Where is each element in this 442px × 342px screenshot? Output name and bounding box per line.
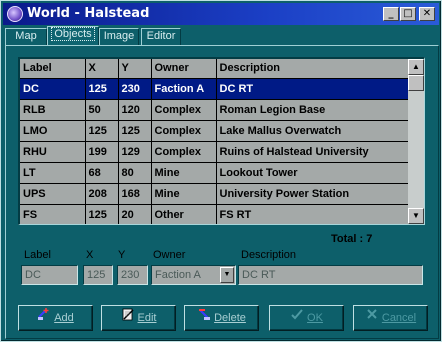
cell-description[interactable]: Lookout Tower xyxy=(216,162,409,184)
y-caption: Y xyxy=(118,249,126,261)
description-field[interactable]: DC RT xyxy=(238,265,423,285)
table-header-row: Label X Y Owner Description xyxy=(20,59,409,79)
cell-description[interactable]: University Power Station xyxy=(216,183,409,205)
cell-label[interactable]: LMO xyxy=(20,120,86,142)
table-row[interactable]: RLB 50 120 Complex Roman Legion Base xyxy=(20,99,409,121)
maximize-button[interactable]: □ xyxy=(400,7,416,21)
delete-button[interactable]: Delete xyxy=(184,305,259,331)
vertical-scrollbar[interactable]: ▲ ▼ xyxy=(408,59,424,224)
close-button[interactable]: ✕ xyxy=(419,7,435,21)
add-button-label: Add xyxy=(54,312,74,325)
minimize-button[interactable]: _ xyxy=(383,7,399,21)
tab-map[interactable]: Map xyxy=(5,28,47,45)
cell-y[interactable]: 125 xyxy=(118,120,152,142)
edit-button-label: Edit xyxy=(137,312,157,325)
cancel-button[interactable]: Cancel xyxy=(353,305,428,331)
cancel-button-label: Cancel xyxy=(381,312,417,325)
cell-y[interactable]: 129 xyxy=(118,141,152,163)
delete-icon xyxy=(197,306,211,330)
cell-y[interactable]: 230 xyxy=(118,78,152,100)
label-field[interactable]: DC xyxy=(21,265,78,285)
delete-button-label: Delete xyxy=(214,312,246,325)
app-globe-icon[interactable] xyxy=(7,6,23,22)
cell-owner[interactable]: Complex xyxy=(151,120,217,142)
cell-label[interactable]: RHU xyxy=(20,141,86,163)
add-button[interactable]: Add xyxy=(18,305,93,331)
ok-button-label: OK xyxy=(307,312,323,325)
cell-owner[interactable]: Complex xyxy=(151,141,217,163)
edit-icon xyxy=(121,306,135,330)
edit-button[interactable]: Edit xyxy=(101,305,176,331)
window-title: World - Halstead xyxy=(27,6,150,21)
scroll-up-arrow-icon[interactable]: ▲ xyxy=(408,59,424,75)
cell-owner[interactable]: Other xyxy=(151,204,217,224)
cell-label[interactable]: DC xyxy=(20,78,86,100)
column-header-description[interactable]: Description xyxy=(216,59,409,79)
total-count: Total : 7 xyxy=(331,233,373,245)
title-bar[interactable]: World - Halstead _ □ ✕ xyxy=(3,3,439,25)
cell-label[interactable]: LT xyxy=(20,162,86,184)
cell-x[interactable]: 208 xyxy=(85,183,119,205)
description-caption: Description xyxy=(241,249,297,261)
cell-x[interactable]: 50 xyxy=(85,99,119,121)
objects-grid[interactable]: Label X Y Owner Description DC 125 230 F… xyxy=(18,57,425,225)
cell-y[interactable]: 80 xyxy=(118,162,152,184)
cell-label[interactable]: RLB xyxy=(20,99,86,121)
tab-objects-label: Objects xyxy=(51,27,95,41)
table-row[interactable]: LT 68 80 Mine Lookout Tower xyxy=(20,162,409,184)
cell-owner[interactable]: Faction A xyxy=(151,78,217,100)
column-header-owner[interactable]: Owner xyxy=(151,59,217,79)
cell-x[interactable]: 199 xyxy=(85,141,119,163)
cell-owner[interactable]: Mine xyxy=(151,162,217,184)
objects-table: Label X Y Owner Description DC 125 230 F… xyxy=(20,59,409,224)
ok-button[interactable]: OK xyxy=(269,305,344,331)
tab-objects[interactable]: Objects xyxy=(47,26,99,46)
column-header-y[interactable]: Y xyxy=(118,59,152,79)
cell-x[interactable]: 125 xyxy=(85,78,119,100)
tab-editor-label: Editor xyxy=(146,30,176,42)
cell-label[interactable]: FS xyxy=(20,204,86,224)
column-header-label[interactable]: Label xyxy=(20,59,86,79)
owner-select-value: Faction A xyxy=(155,269,201,281)
label-caption: Label xyxy=(24,249,51,261)
scroll-thumb[interactable] xyxy=(408,75,424,91)
table-row[interactable]: LMO 125 125 Complex Lake Mallus Overwatc… xyxy=(20,120,409,142)
world-window: World - Halstead _ □ ✕ Map Objects Image… xyxy=(0,0,442,342)
x-caption: X xyxy=(86,249,94,261)
cell-description[interactable]: DC RT xyxy=(216,78,409,100)
cell-x[interactable]: 125 xyxy=(85,120,119,142)
tab-image-label: Image xyxy=(103,30,135,42)
cell-x[interactable]: 68 xyxy=(85,162,119,184)
x-field[interactable]: 125 xyxy=(83,265,113,285)
cell-description[interactable]: Lake Mallus Overwatch xyxy=(216,120,409,142)
column-header-x[interactable]: X xyxy=(85,59,119,79)
table-row[interactable]: FS 125 20 Other FS RT xyxy=(20,204,409,224)
tab-map-label: Map xyxy=(15,30,37,42)
cell-y[interactable]: 168 xyxy=(118,183,152,205)
table-row[interactable]: DC 125 230 Faction A DC RT xyxy=(20,78,409,100)
checkmark-icon xyxy=(290,306,304,330)
cell-x[interactable]: 125 xyxy=(85,204,119,224)
table-row[interactable]: RHU 199 129 Complex Ruins of Halstead Un… xyxy=(20,141,409,163)
table-row[interactable]: UPS 208 168 Mine University Power Statio… xyxy=(20,183,409,205)
cell-owner[interactable]: Complex xyxy=(151,99,217,121)
scroll-down-arrow-icon[interactable]: ▼ xyxy=(408,208,424,224)
owner-caption: Owner xyxy=(153,249,186,261)
cell-description[interactable]: Roman Legion Base xyxy=(216,99,409,121)
tab-editor[interactable]: Editor xyxy=(141,28,181,45)
cell-description[interactable]: FS RT xyxy=(216,204,409,224)
cell-description[interactable]: Ruins of Halstead University xyxy=(216,141,409,163)
cell-y[interactable]: 20 xyxy=(118,204,152,224)
add-icon xyxy=(37,306,51,330)
cell-y[interactable]: 120 xyxy=(118,99,152,121)
owner-select[interactable]: Faction A ▼ xyxy=(151,265,236,285)
cancel-x-icon xyxy=(365,306,379,330)
y-field[interactable]: 230 xyxy=(117,265,148,285)
chevron-down-icon[interactable]: ▼ xyxy=(220,267,234,283)
cell-owner[interactable]: Mine xyxy=(151,183,217,205)
cell-label[interactable]: UPS xyxy=(20,183,86,205)
tab-image[interactable]: Image xyxy=(99,28,139,45)
